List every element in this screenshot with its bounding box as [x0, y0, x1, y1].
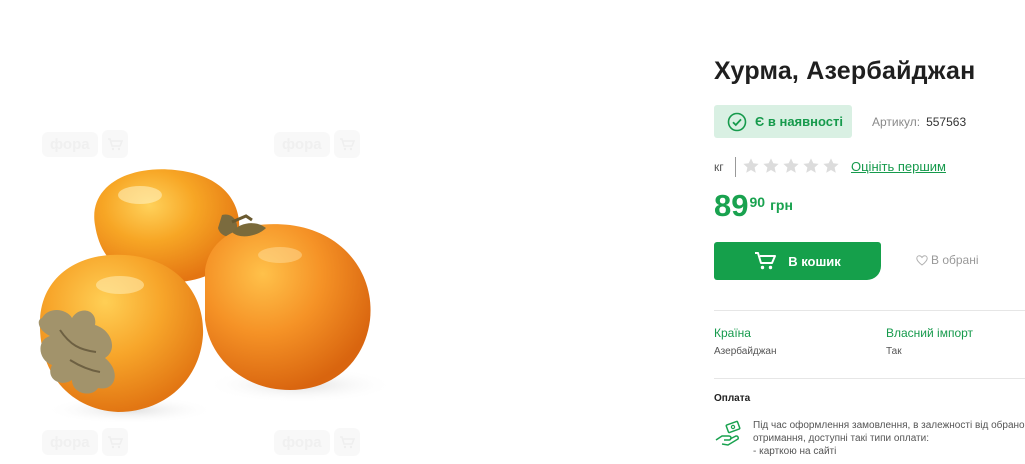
price-main: 89 — [714, 188, 749, 223]
divider — [735, 157, 736, 177]
unit-label: кг — [714, 160, 724, 174]
payment-line: - карткою на сайті — [753, 446, 837, 457]
rate-first-link[interactable]: Оцініть першим — [851, 159, 946, 174]
stock-status-text: Є в наявності — [755, 114, 843, 129]
price-cents: 90 — [749, 194, 766, 210]
star-icon[interactable] — [762, 157, 780, 175]
favorite-label: В обрані — [931, 253, 979, 267]
attribute-value: Так — [886, 346, 902, 357]
star-icon[interactable] — [802, 157, 820, 175]
payment-line: Під час оформлення замовлення, в залежно… — [753, 420, 1025, 431]
add-to-favorites-button[interactable]: В обрані — [916, 253, 979, 267]
payment-line: отримання, доступні такі типи оплати: — [753, 433, 929, 444]
product-gallery[interactable]: фора фора фора фора — [0, 0, 640, 464]
attribute-label: Країна — [714, 326, 751, 340]
star-icon[interactable] — [742, 157, 760, 175]
attribute-label: Власний імпорт — [886, 326, 974, 340]
sku-label: Артикул: — [872, 115, 921, 129]
product-title: Хурма, Азербайджан — [714, 57, 976, 85]
sku: Артикул: 557563 — [872, 115, 966, 129]
attribute-value: Азербайджан — [714, 346, 777, 357]
payment-description: Під час оформлення замовлення, в залежно… — [753, 419, 1025, 458]
product-info-panel: Хурма, Азербайджан Є в наявності Артикул… — [714, 0, 1025, 464]
star-icon[interactable] — [782, 157, 800, 175]
payment-hand-money-icon — [715, 420, 741, 446]
stock-status-badge: Є в наявності — [714, 105, 852, 138]
divider — [714, 310, 1025, 311]
star-icon[interactable] — [822, 157, 840, 175]
cart-icon — [755, 252, 777, 270]
add-to-cart-label: В кошик — [788, 253, 841, 269]
sku-value: 557563 — [926, 115, 967, 129]
product-price: 89 90 грн — [714, 188, 793, 224]
rating-stars[interactable] — [742, 157, 840, 175]
heart-icon — [916, 254, 928, 266]
product-image — [38, 169, 395, 424]
price-currency: грн — [770, 197, 793, 213]
check-circle-icon — [727, 112, 747, 131]
add-to-cart-button[interactable]: В кошик — [714, 242, 881, 280]
divider — [714, 378, 1025, 379]
payment-title: Оплата — [714, 393, 751, 404]
